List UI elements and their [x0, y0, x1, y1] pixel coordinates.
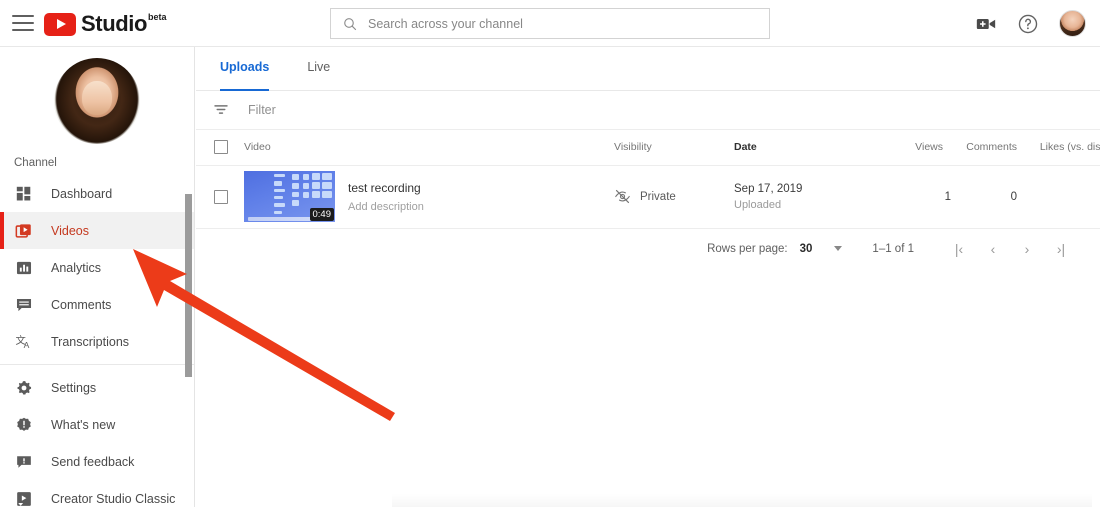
rows-per-page-value[interactable]: 30	[800, 243, 813, 255]
tab-uploads[interactable]: Uploads	[220, 47, 270, 91]
column-header-views[interactable]: Views	[879, 130, 951, 165]
top-bar-actions	[975, 0, 1086, 47]
filter-bar	[196, 91, 1100, 130]
sidebar-nav: Dashboard Videos Analytics Comments 文 A …	[0, 175, 194, 507]
videos-play-icon	[14, 221, 34, 241]
sidebar-item-label: Send feedback	[51, 454, 135, 469]
sidebar: Channel Dashboard Videos Analytics Comme…	[0, 47, 195, 507]
video-cell: 0:49 test recording Add description	[244, 164, 614, 229]
search-input[interactable]	[368, 16, 748, 31]
sidebar-item-whats-new[interactable]: What's new	[0, 406, 194, 443]
table-row[interactable]: 0:49 test recording Add description Priv…	[196, 164, 1100, 229]
chevron-down-icon[interactable]	[834, 246, 843, 251]
alert-badge-icon	[14, 415, 34, 435]
row-select-cell	[196, 164, 244, 229]
comments-cell: 0	[951, 164, 1029, 229]
youtube-play-logo-icon	[44, 12, 76, 36]
sidebar-item-videos[interactable]: Videos	[0, 212, 194, 249]
filter-funnel-icon[interactable]	[212, 101, 230, 119]
account-avatar[interactable]	[1059, 10, 1086, 37]
video-thumbnail[interactable]: 0:49	[244, 171, 335, 222]
pagination-range: 1–1 of 1	[872, 242, 914, 255]
bottom-shadow	[392, 493, 1092, 507]
youtube-studio-window: Studio beta Search across your channel C…	[0, 0, 1100, 507]
translate-icon: 文 A	[14, 332, 34, 352]
sidebar-divider	[0, 364, 194, 365]
analytics-bars-icon	[14, 258, 34, 278]
next-page-button[interactable]: ›	[1010, 241, 1044, 257]
videos-table-header: Video Visibility Date Views Comments Lik…	[196, 130, 1100, 165]
classic-studio-icon	[14, 489, 34, 507]
comments-bubble-icon	[14, 295, 34, 315]
logo-beta-badge: beta	[148, 11, 167, 22]
hamburger-menu-icon[interactable]	[12, 15, 34, 31]
sidebar-item-label: Creator Studio Classic	[51, 491, 176, 506]
sidebar-item-label: Comments	[51, 297, 112, 312]
first-page-button[interactable]: |‹	[942, 241, 976, 257]
column-header-video[interactable]: Video	[244, 130, 614, 165]
eye-off-icon	[615, 189, 630, 204]
gear-icon	[14, 378, 34, 398]
videos-table: Video Visibility Date Views Comments Lik…	[196, 130, 1100, 229]
select-all-header	[196, 130, 244, 165]
main-content: Uploads Live Video Visibility Date	[196, 47, 1100, 507]
sidebar-scrollbar-thumb[interactable]	[185, 194, 192, 377]
video-description-placeholder[interactable]: Add description	[348, 201, 424, 213]
dashboard-grid-icon	[14, 184, 34, 204]
logo-text: Studio	[81, 10, 148, 36]
video-title[interactable]: test recording	[348, 181, 424, 196]
sidebar-item-label: Dashboard	[51, 186, 113, 201]
sidebar-item-creator-studio-classic[interactable]: Creator Studio Classic	[0, 480, 194, 507]
column-header-comments[interactable]: Comments	[951, 130, 1029, 165]
sidebar-item-dashboard[interactable]: Dashboard	[0, 175, 194, 212]
videos-table-body: 0:49 test recording Add description Priv…	[196, 164, 1100, 229]
select-all-checkbox[interactable]	[214, 140, 228, 155]
table-header-row: Video Visibility Date Views Comments Lik…	[196, 130, 1100, 165]
content-tabs: Uploads Live	[196, 47, 1100, 91]
visibility-label: Private	[640, 190, 676, 203]
video-camera-add-icon[interactable]	[975, 13, 997, 35]
video-date-status: Uploaded	[734, 198, 782, 211]
sidebar-item-label: Settings	[51, 380, 97, 395]
sidebar-item-label: Videos	[51, 223, 89, 238]
rows-per-page-label: Rows per page:	[707, 242, 788, 255]
likes-cell: –	[1029, 164, 1100, 229]
sidebar-item-comments[interactable]: Comments	[0, 286, 194, 323]
visibility-cell: Private	[614, 164, 734, 229]
search-box[interactable]	[330, 8, 770, 39]
search-icon	[344, 17, 357, 30]
row-checkbox[interactable]	[214, 189, 228, 204]
feedback-bubble-icon	[14, 452, 34, 472]
column-header-likes[interactable]: Likes (vs. dislikes)	[1029, 130, 1100, 165]
sidebar-item-label: Analytics	[51, 260, 102, 275]
studio-logo[interactable]: Studio beta	[44, 11, 167, 36]
sidebar-item-settings[interactable]: Settings	[0, 369, 194, 406]
video-duration-badge: 0:49	[309, 208, 334, 221]
last-page-button[interactable]: ›|	[1044, 241, 1078, 257]
svg-text:A: A	[24, 339, 30, 349]
help-circle-icon[interactable]	[1017, 13, 1039, 35]
sidebar-item-analytics[interactable]: Analytics	[0, 249, 194, 286]
column-header-date[interactable]: Date	[734, 130, 879, 165]
channel-avatar[interactable]	[54, 58, 140, 144]
views-cell: 1	[879, 164, 951, 229]
pagination-bar: Rows per page: 30 1–1 of 1 |‹ ‹ › ›|	[196, 229, 1100, 269]
sidebar-item-transcriptions[interactable]: 文 A Transcriptions	[0, 323, 194, 360]
tab-live[interactable]: Live	[307, 47, 330, 91]
channel-section-label: Channel	[14, 157, 57, 169]
date-cell: Sep 17, 2019 Uploaded	[734, 164, 879, 229]
sidebar-item-send-feedback[interactable]: Send feedback	[0, 443, 194, 480]
filter-input[interactable]	[248, 103, 548, 117]
sidebar-item-label: Transcriptions	[51, 334, 130, 349]
video-date: Sep 17, 2019	[734, 182, 803, 195]
video-meta: test recording Add description	[348, 181, 424, 213]
column-header-visibility[interactable]: Visibility	[614, 130, 734, 165]
previous-page-button[interactable]: ‹	[976, 241, 1010, 257]
top-bar: Studio beta	[0, 0, 1100, 47]
sidebar-item-label: What's new	[51, 417, 116, 432]
